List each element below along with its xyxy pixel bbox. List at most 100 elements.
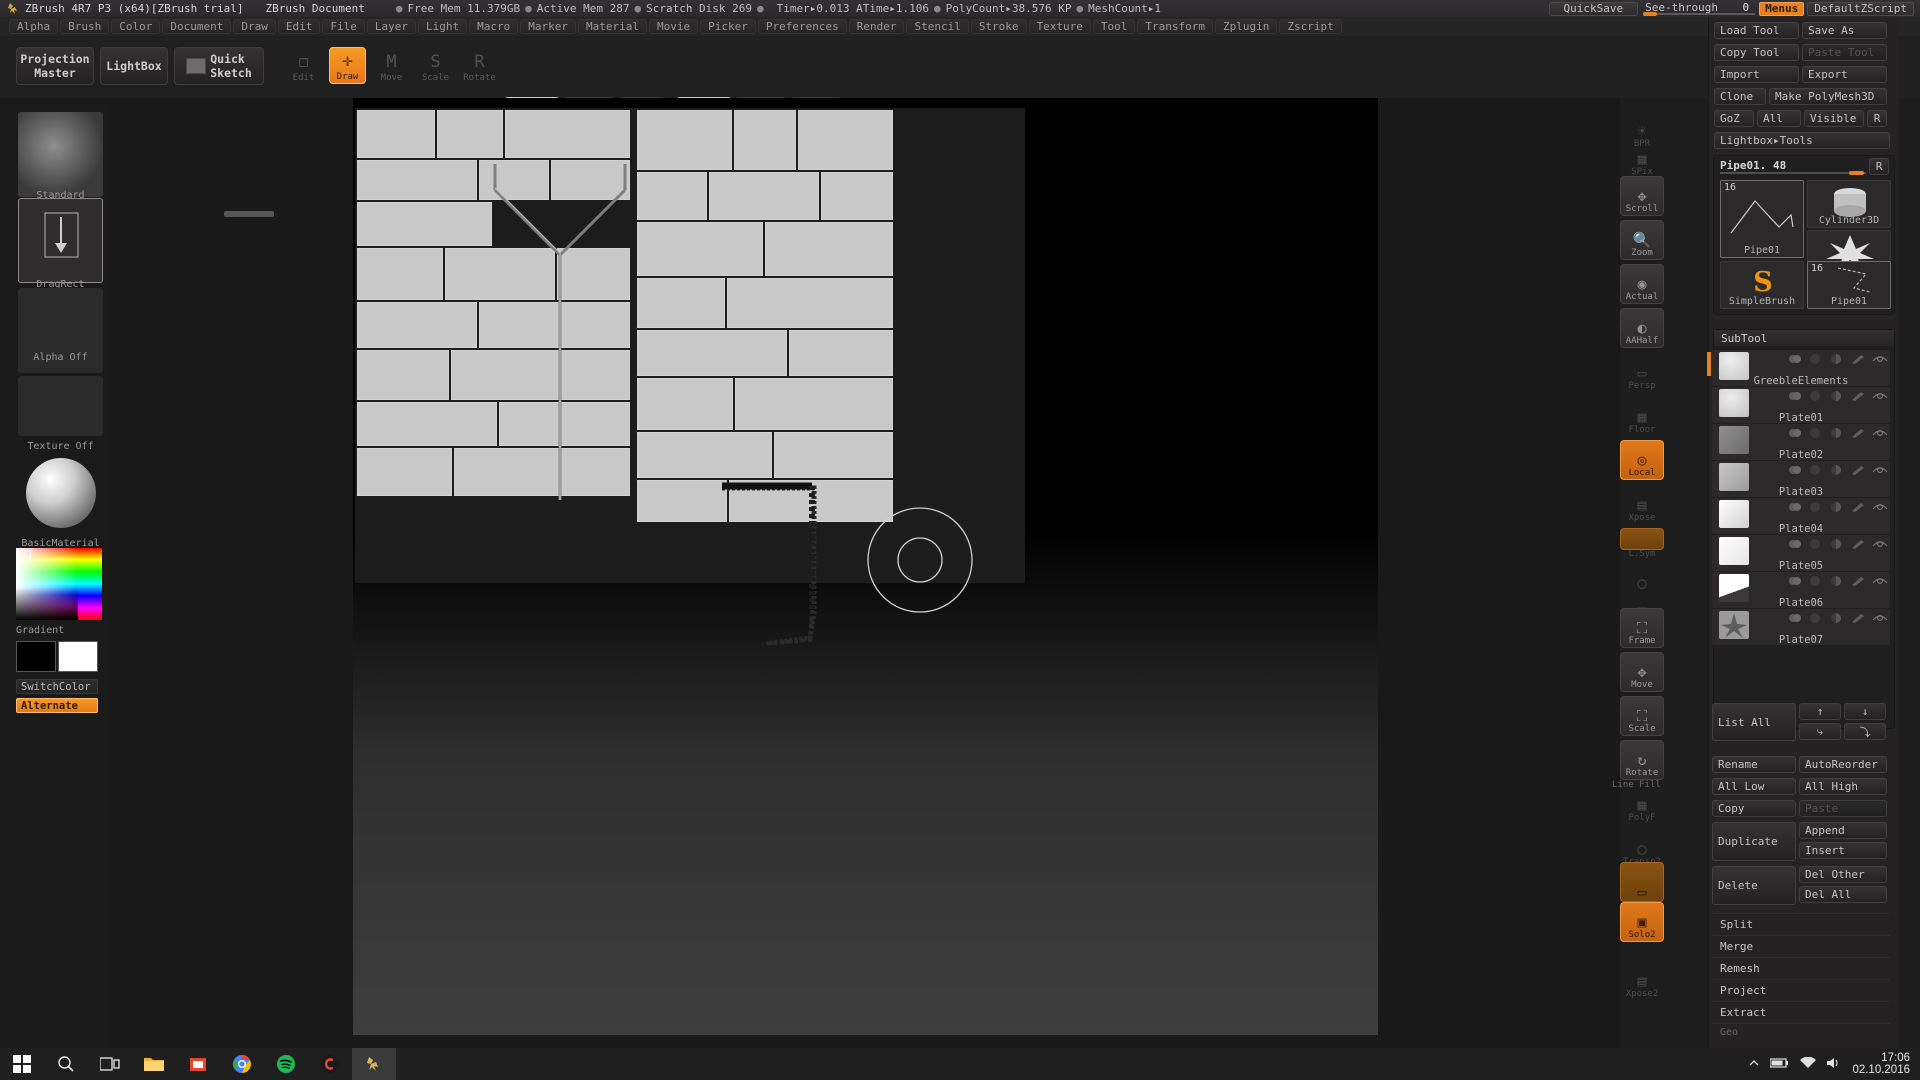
- menu-picker[interactable]: Picker: [700, 19, 756, 34]
- menu-brush[interactable]: Brush: [60, 19, 109, 34]
- primary-color-swatch[interactable]: [16, 641, 56, 672]
- tool-thumb-simplebrush[interactable]: S SimpleBrush: [1720, 261, 1804, 309]
- see-through-slider[interactable]: See-through 0: [1643, 1, 1755, 16]
- subtool-item-plate02[interactable]: Plate02: [1712, 424, 1890, 460]
- switch-color-button[interactable]: SwitchColor: [16, 679, 98, 694]
- rotate-mode-button[interactable]: R Rotate: [461, 47, 498, 84]
- shelf-aahalf-button[interactable]: ◐AAHalf: [1620, 308, 1664, 348]
- subtool-brush-icon[interactable]: [1851, 576, 1865, 586]
- menu-tool[interactable]: Tool: [1093, 19, 1136, 34]
- shelf-solo2-button[interactable]: ▣Solo2: [1620, 902, 1664, 942]
- subtool-eye-icon[interactable]: [1872, 428, 1886, 438]
- menu-edit[interactable]: Edit: [278, 19, 321, 34]
- secondary-color-swatch[interactable]: [58, 641, 98, 672]
- subtool-visibility-icons[interactable]: [1788, 502, 1886, 512]
- subtool-eye-icon[interactable]: [1872, 354, 1886, 364]
- subtool-eye-icon[interactable]: [1872, 465, 1886, 475]
- subtool-polypaint-icon[interactable]: [1809, 391, 1823, 401]
- subtool-brush-icon[interactable]: [1851, 539, 1865, 549]
- subtool-visibility-icons[interactable]: [1788, 613, 1886, 623]
- del-all-button[interactable]: Del All: [1799, 886, 1887, 903]
- shelf-floor-button[interactable]: ▦Floor: [1620, 396, 1664, 436]
- cinema4d-icon[interactable]: [308, 1048, 352, 1080]
- lightbox-button[interactable]: LightBox: [100, 47, 168, 85]
- shelf-move-button[interactable]: ✥Move: [1620, 652, 1664, 692]
- menu-material[interactable]: Material: [578, 19, 647, 34]
- edit-mode-button[interactable]: ◻ Edit: [285, 47, 322, 84]
- shelf-xpose-button[interactable]: ▤Xpose: [1620, 484, 1664, 524]
- tool-thumb-cylinder3d[interactable]: Cylinder3D: [1807, 180, 1891, 228]
- merge-row[interactable]: Merge: [1712, 935, 1890, 957]
- current-texture-swatch[interactable]: [18, 376, 103, 436]
- gradient-label[interactable]: Gradient: [16, 625, 102, 636]
- menu-movie[interactable]: Movie: [649, 19, 698, 34]
- scale-mode-button[interactable]: S Scale: [417, 47, 454, 84]
- file-explorer-icon[interactable]: [132, 1048, 176, 1080]
- menu-stroke[interactable]: Stroke: [971, 19, 1027, 34]
- color-picker-value[interactable]: [16, 548, 78, 620]
- menu-texture[interactable]: Texture: [1029, 19, 1091, 34]
- subtool-brush-icon[interactable]: [1851, 465, 1865, 475]
- search-icon[interactable]: [44, 1048, 88, 1080]
- subtool-eye-icon[interactable]: [1872, 576, 1886, 586]
- network-icon[interactable]: [1800, 1057, 1816, 1072]
- menu-draw[interactable]: Draw: [233, 19, 276, 34]
- subtool-polypaint-icon[interactable]: [1809, 465, 1823, 475]
- subtool-eye-icon[interactable]: [1872, 502, 1886, 512]
- subtool-mask-icon[interactable]: [1830, 576, 1844, 586]
- subtool-polypaint-icon[interactable]: [1809, 502, 1823, 512]
- clone-button[interactable]: Clone: [1714, 88, 1766, 105]
- subtool-mask-icon[interactable]: [1830, 539, 1844, 549]
- subtool-copy-button[interactable]: Copy: [1712, 800, 1796, 817]
- menu-document[interactable]: Document: [162, 19, 231, 34]
- volume-icon[interactable]: [1826, 1057, 1842, 1072]
- chrome-icon[interactable]: [220, 1048, 264, 1080]
- current-item-knob[interactable]: [1849, 171, 1864, 175]
- menu-stencil[interactable]: Stencil: [906, 19, 968, 34]
- subtool-visibility-icons[interactable]: [1788, 354, 1886, 364]
- subtool-mask-icon[interactable]: [1830, 613, 1844, 623]
- menu-alpha[interactable]: Alpha: [9, 19, 58, 34]
- subtool-mask-icon[interactable]: [1830, 465, 1844, 475]
- subtool-item-plate07[interactable]: Plate07: [1712, 609, 1890, 645]
- goz-button[interactable]: GoZ: [1714, 110, 1754, 127]
- subtool-item-plate01[interactable]: Plate01: [1712, 387, 1890, 423]
- subtool-smt-icon[interactable]: [1788, 613, 1802, 623]
- subtool-smt-icon[interactable]: [1788, 354, 1802, 364]
- subtool-polypaint-icon[interactable]: [1809, 539, 1823, 549]
- menu-render[interactable]: Render: [849, 19, 905, 34]
- shelf-frame-button[interactable]: ⛶Frame: [1620, 608, 1664, 648]
- menu-preferences[interactable]: Preferences: [758, 19, 847, 34]
- subtool-smt-icon[interactable]: [1788, 428, 1802, 438]
- r-button[interactable]: R: [1867, 110, 1887, 127]
- subtool-brush-icon[interactable]: [1851, 613, 1865, 623]
- subtool-smt-icon[interactable]: [1788, 576, 1802, 586]
- subtool-section-title[interactable]: SubTool: [1714, 330, 1894, 346]
- autoreorder-button[interactable]: AutoReorder: [1799, 756, 1887, 773]
- menu-macro[interactable]: Macro: [469, 19, 518, 34]
- subtool-visibility-icons[interactable]: [1788, 428, 1886, 438]
- subtool-polypaint-icon[interactable]: [1809, 428, 1823, 438]
- move-mode-button[interactable]: M Move: [373, 47, 410, 84]
- current-stroke-swatch[interactable]: [18, 198, 103, 283]
- draw-mode-button[interactable]: ✛ Draw: [329, 47, 366, 84]
- color-picker-cursor[interactable]: [24, 550, 31, 557]
- shelf-transp-button[interactable]: [1620, 528, 1664, 550]
- menu-zplugin[interactable]: Zplugin: [1215, 19, 1277, 34]
- subtool-item-plate04[interactable]: Plate04: [1712, 498, 1890, 534]
- alternate-button[interactable]: Alternate: [16, 698, 98, 713]
- move-down-button[interactable]: ↓: [1844, 703, 1886, 720]
- battery-icon[interactable]: [1770, 1057, 1790, 1072]
- subtool-brush-icon[interactable]: [1851, 354, 1865, 364]
- subtool-polypaint-icon[interactable]: [1809, 613, 1823, 623]
- zbrush-icon[interactable]: [352, 1048, 396, 1080]
- insert-button[interactable]: Insert: [1799, 842, 1887, 859]
- rename-button[interactable]: Rename: [1712, 756, 1796, 773]
- shelf-scale-button[interactable]: ⛶Scale: [1620, 696, 1664, 736]
- zscript-button[interactable]: DefaultZScript: [1807, 2, 1914, 16]
- list-all-button[interactable]: List All: [1712, 703, 1796, 741]
- current-item-slider[interactable]: Pipe01. 48: [1720, 159, 1866, 175]
- geometry-row[interactable]: Geo: [1712, 1023, 1890, 1041]
- subtool-mask-icon[interactable]: [1830, 354, 1844, 364]
- shelf-scroll-button[interactable]: ✥Scroll: [1620, 176, 1664, 216]
